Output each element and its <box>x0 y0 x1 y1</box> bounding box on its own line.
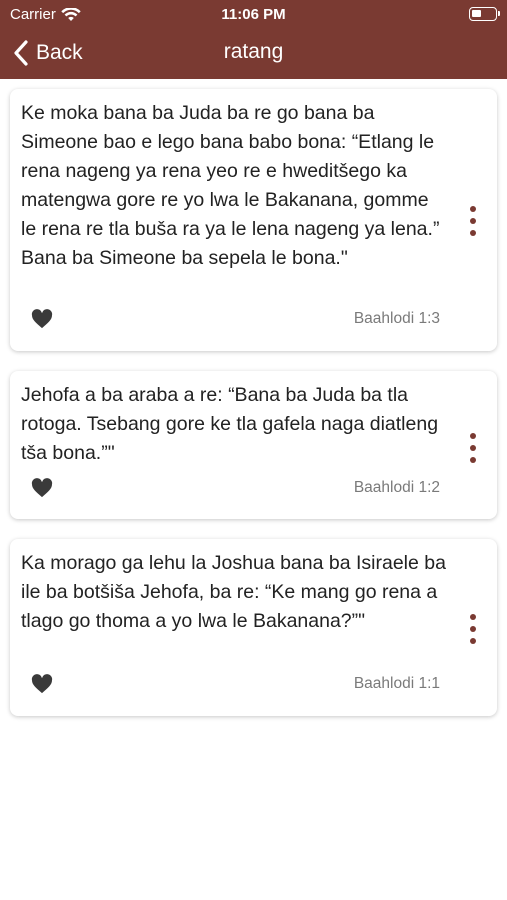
more-vertical-icon[interactable] <box>467 433 479 463</box>
app-header: Carrier 11:06 PM Back ratang <box>0 0 507 79</box>
verse-text: Jehofa a ba araba a re: “Bana ba Juda ba… <box>21 384 439 464</box>
page-title: ratang <box>223 40 284 63</box>
verse-reference: Baahlodi 1:3 <box>353 310 440 327</box>
verse-card[interactable]: Jehofa a ba araba a re: “Bana ba Juda ba… <box>10 371 497 519</box>
battery-icon <box>469 7 500 21</box>
verse-text: Ka morago ga lehu la Joshua bana ba Isir… <box>21 552 446 632</box>
verse-text: Ke moka bana ba Juda ba re go bana ba Si… <box>21 102 440 269</box>
verse-card[interactable]: Ka morago ga lehu la Joshua bana ba Isir… <box>10 539 497 716</box>
status-bar: Carrier 11:06 PM <box>0 0 507 28</box>
status-time: 11:06 PM <box>221 6 286 23</box>
more-vertical-icon[interactable] <box>467 206 479 236</box>
verse-card[interactable]: Ke moka bana ba Juda ba re go bana ba Si… <box>10 89 497 351</box>
verse-reference: Baahlodi 1:1 <box>353 675 440 692</box>
heart-icon[interactable] <box>31 478 53 498</box>
heart-icon[interactable] <box>31 309 53 329</box>
heart-icon[interactable] <box>31 674 53 694</box>
verse-reference: Baahlodi 1:2 <box>353 479 440 496</box>
battery-level <box>472 10 481 17</box>
navigation-bar: Back ratang <box>0 28 507 79</box>
more-vertical-icon[interactable] <box>467 614 479 644</box>
